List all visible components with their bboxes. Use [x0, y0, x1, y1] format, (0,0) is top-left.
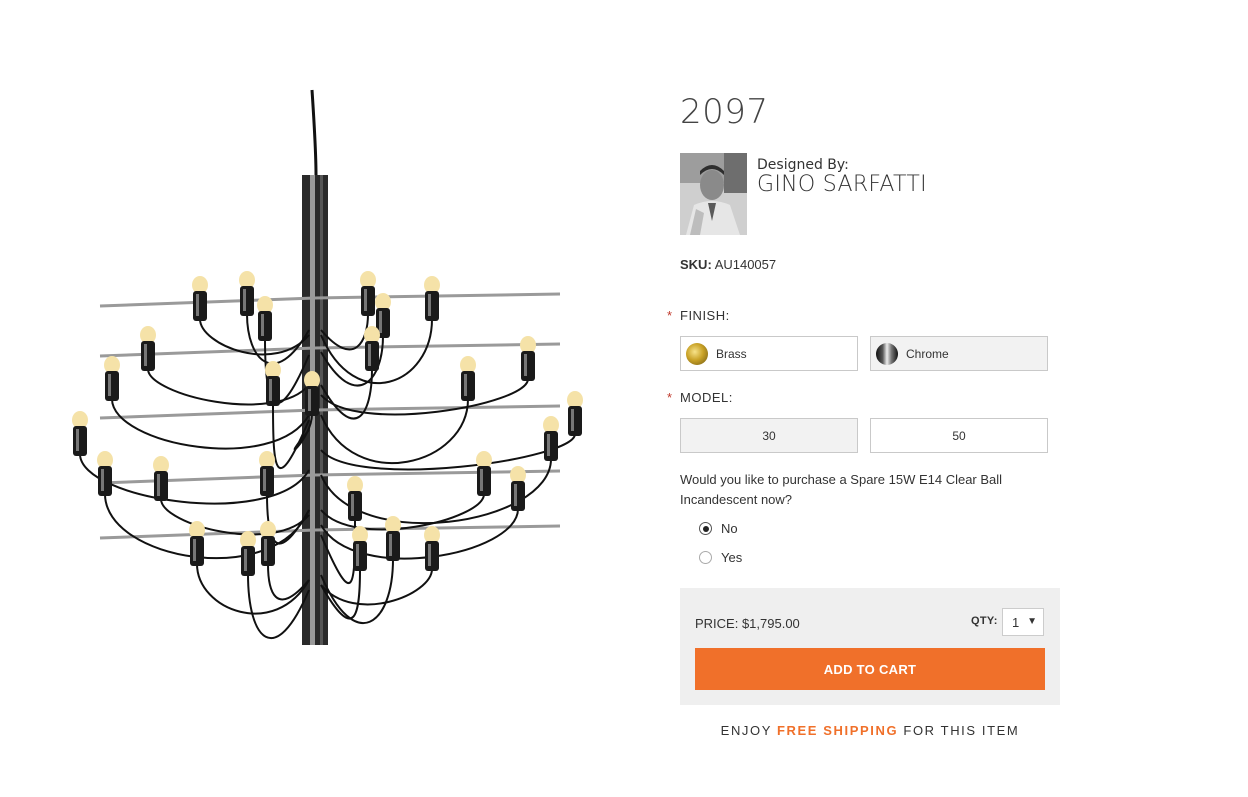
qty-label: QTY: — [971, 615, 998, 627]
chevron-down-icon: ▼ — [1027, 616, 1037, 627]
sku: SKU: AU140057 — [680, 257, 776, 272]
radio-unchecked-icon[interactable] — [699, 551, 712, 564]
finish-label: FINISH: — [680, 308, 730, 323]
model-option-30[interactable]: 30 — [680, 418, 858, 453]
shipping-suffix: FOR THIS ITEM — [898, 723, 1020, 738]
sku-label: SKU: — [680, 257, 712, 272]
designed-by-label: Designed By: — [757, 157, 849, 173]
finish-option-brass[interactable]: Brass — [680, 336, 858, 371]
purchase-box: PRICE: $1,795.00 QTY: 1 ▼ ADD TO CART — [680, 588, 1060, 705]
finish-required-marker: * — [667, 308, 673, 323]
model-label-row: * MODEL: — [667, 390, 733, 405]
finish-label-row: * FINISH: — [667, 308, 730, 323]
spare-option-no[interactable]: No — [699, 521, 738, 536]
add-to-cart-button[interactable]: ADD TO CART — [695, 648, 1045, 690]
designer-photo — [680, 153, 747, 235]
model-required-marker: * — [667, 390, 673, 405]
finish-option-label: Brass — [716, 346, 747, 361]
spare-option-label: Yes — [721, 550, 743, 565]
chrome-swatch-icon — [876, 342, 898, 365]
model-option-50[interactable]: 50 — [870, 418, 1048, 453]
spare-option-yes[interactable]: Yes — [699, 550, 742, 565]
finish-option-chrome[interactable]: Chrome — [870, 336, 1048, 371]
model-option-label: 30 — [762, 428, 776, 443]
shipping-prefix: ENJOY — [720, 723, 777, 738]
sku-value: AU140057 — [714, 257, 777, 272]
model-option-label: 50 — [952, 428, 966, 443]
product-image — [72, 89, 583, 645]
price: PRICE: $1,795.00 — [695, 616, 800, 631]
radio-checked-icon[interactable] — [699, 522, 712, 535]
qty-value: 1 — [1012, 614, 1020, 630]
product-title: 2097 — [680, 92, 769, 132]
shipping-message: ENJOY FREE SHIPPING FOR THIS ITEM — [680, 723, 1060, 738]
brass-swatch-icon — [686, 342, 708, 365]
finish-option-label: Chrome — [906, 346, 949, 361]
spare-option-label: No — [721, 521, 738, 536]
qty-select[interactable]: 1 ▼ — [1002, 608, 1044, 636]
free-shipping-highlight: FREE SHIPPING — [777, 723, 899, 738]
spare-bulb-question: Would you like to purchase a Spare 15W E… — [680, 472, 1003, 507]
designer-name[interactable]: GINO SARFATTI — [757, 172, 927, 197]
model-label: MODEL: — [680, 390, 733, 405]
